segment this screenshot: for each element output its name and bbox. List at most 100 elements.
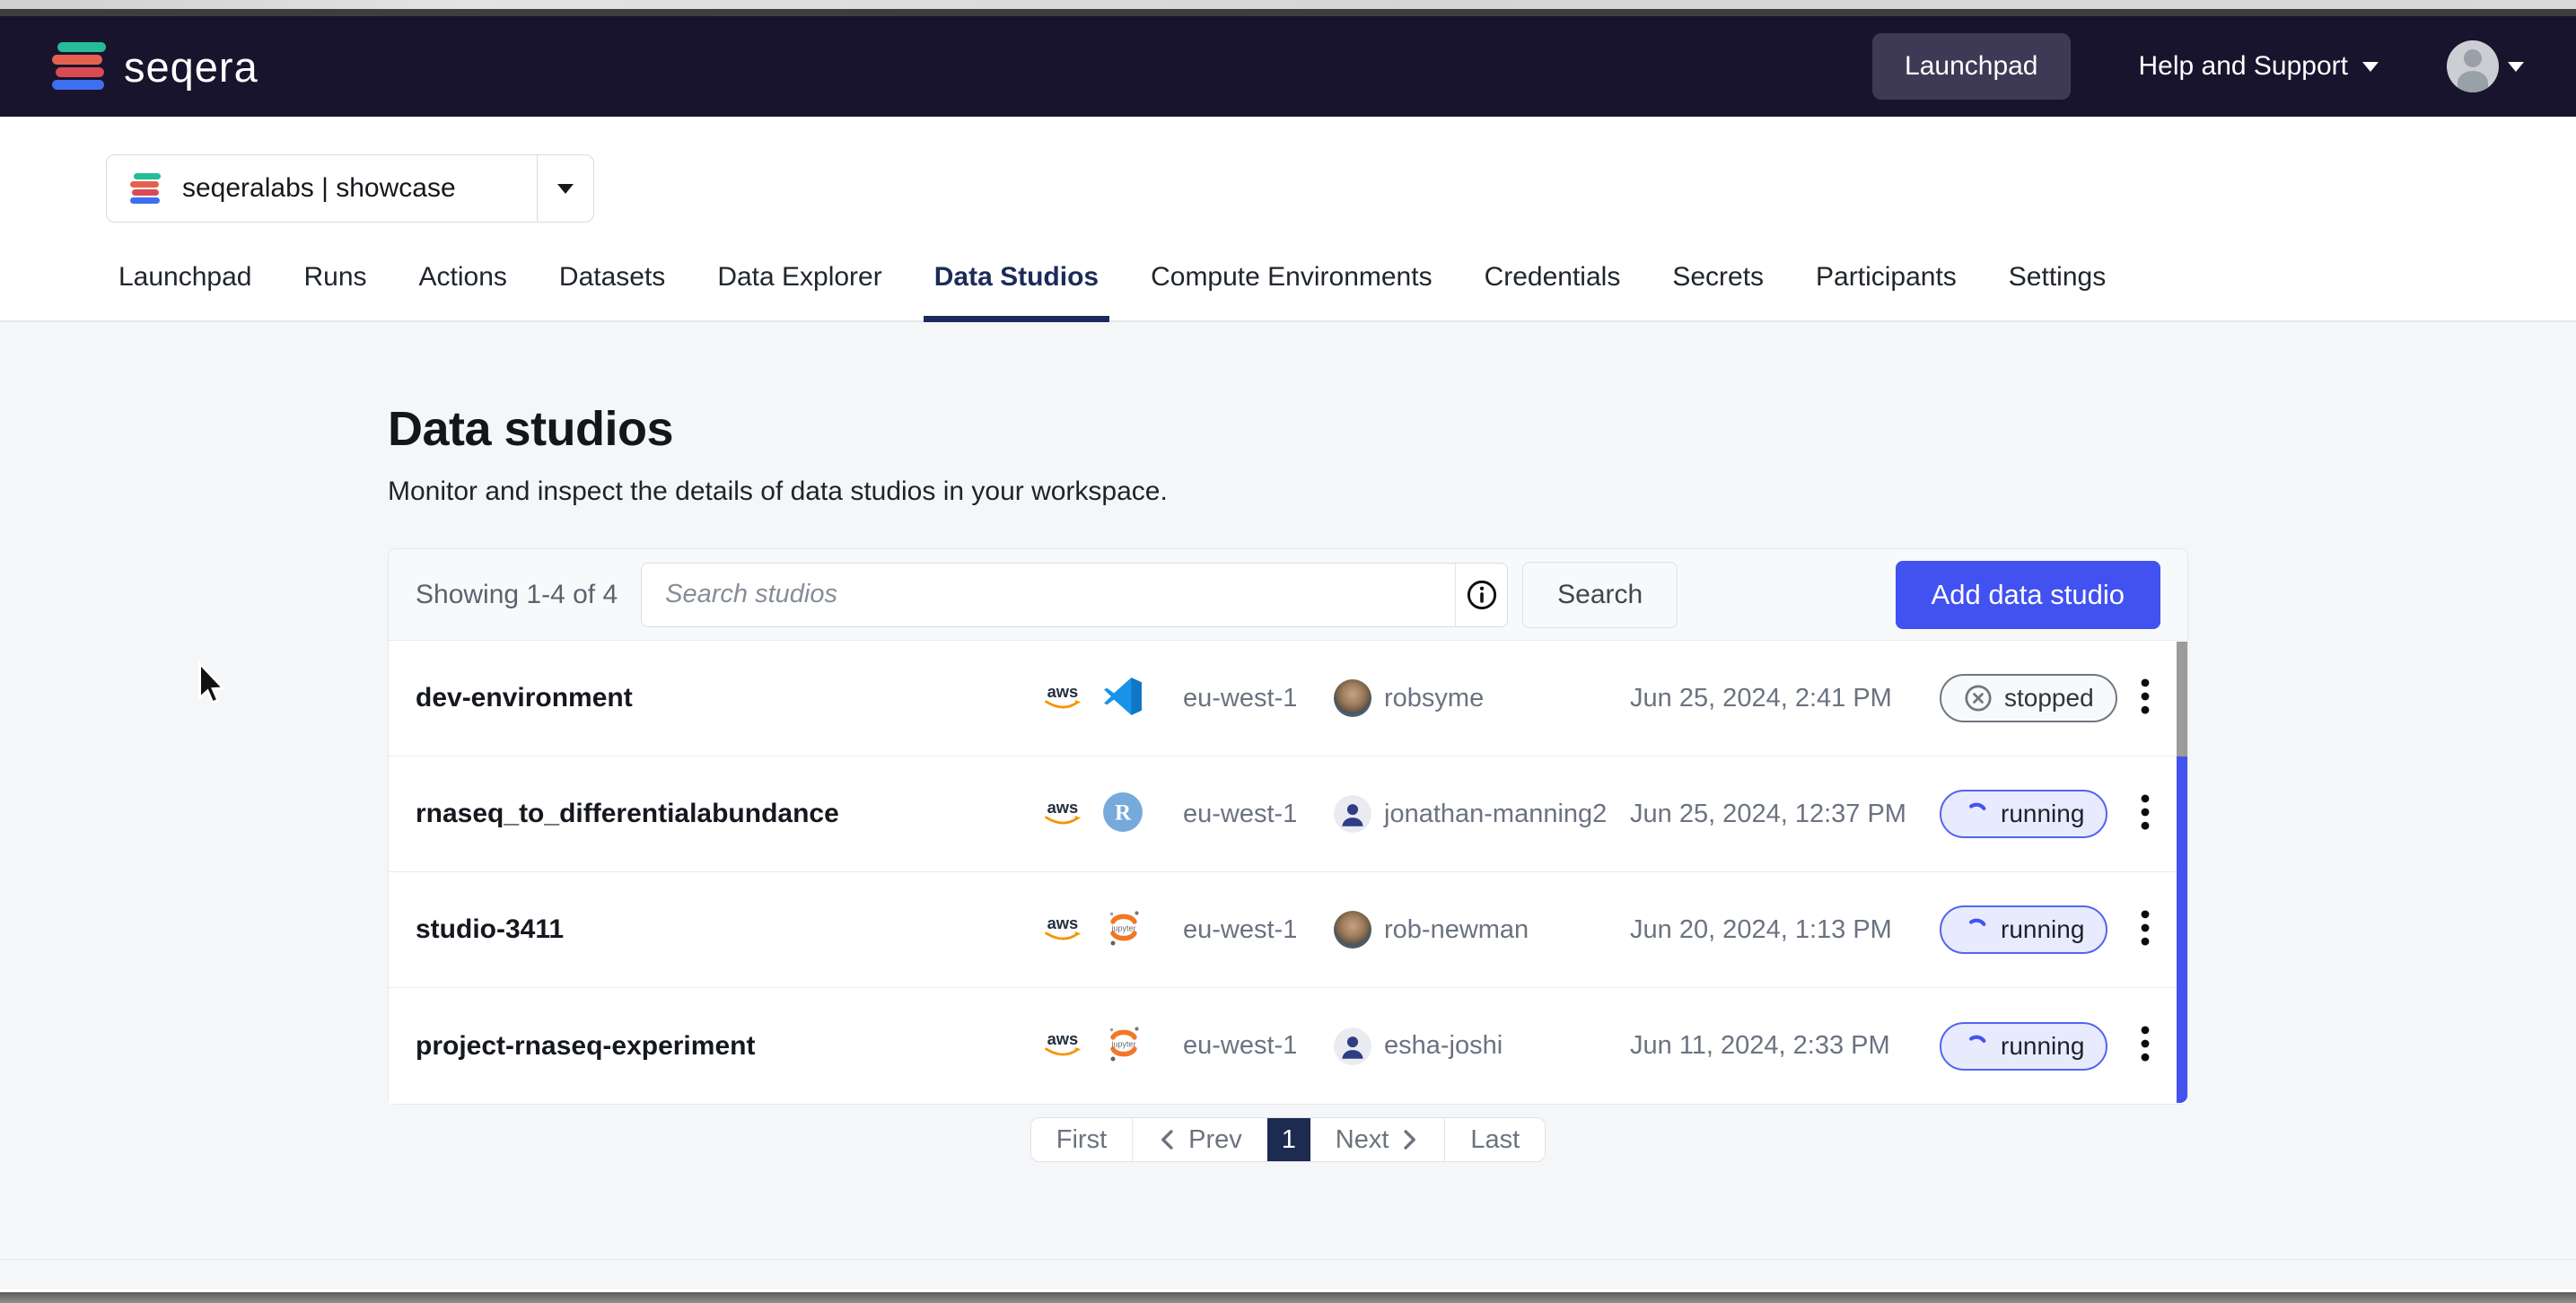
table-row[interactable]: project-rnaseq-experiment aws jupyter eu… <box>389 988 2187 1104</box>
table-toolbar: Showing 1-4 of 4 Search Add data studio <box>389 549 2187 641</box>
row-menu-button[interactable] <box>2130 1019 2160 1073</box>
tab-datasets[interactable]: Datasets <box>548 262 676 322</box>
user-name: rob-newman <box>1384 915 1529 945</box>
table-row[interactable]: studio-3411 aws jupyter eu-west-1 rob-ne… <box>389 872 2187 988</box>
table-rows: dev-environment aws eu-west-1 robsyme Ju… <box>389 641 2187 1104</box>
svg-text:jupyter: jupyter <box>1110 1040 1135 1049</box>
user-cell: robsyme <box>1334 679 1630 717</box>
tab-data-explorer[interactable]: Data Explorer <box>706 262 892 322</box>
studio-name[interactable]: dev-environment <box>416 683 1039 713</box>
environment-icons: aws R <box>1039 791 1183 837</box>
svg-text:aws: aws <box>1047 914 1079 932</box>
seqera-logo[interactable]: seqera <box>52 40 258 92</box>
table-row[interactable]: dev-environment aws eu-west-1 robsyme Ju… <box>389 641 2187 756</box>
region-label: eu-west-1 <box>1183 1031 1334 1061</box>
studio-name[interactable]: studio-3411 <box>416 914 1039 945</box>
status-label: stopped <box>2004 684 2094 713</box>
scrollbar-thumb[interactable] <box>2177 642 2187 756</box>
chevron-down-icon <box>557 184 574 194</box>
pagination-last[interactable]: Last <box>1445 1118 1545 1161</box>
status-badge: stopped <box>1940 674 2117 722</box>
jupyter-icon: jupyter <box>1102 1022 1145 1065</box>
status-label: running <box>2001 800 2084 828</box>
workspace-caret-button[interactable] <box>538 184 593 194</box>
tab-data-studios[interactable]: Data Studios <box>924 262 1109 322</box>
region-label: eu-west-1 <box>1183 684 1334 713</box>
browser-edge-bottom <box>0 1292 2576 1303</box>
showing-count: Showing 1-4 of 4 <box>416 580 618 610</box>
status-badge: running <box>1940 1022 2107 1071</box>
chevron-right-icon <box>1399 1128 1419 1151</box>
pagination-first[interactable]: First <box>1031 1118 1132 1161</box>
subheader: seqeralabs | showcase Launchpad Runs Actio… <box>0 117 2576 322</box>
search-info-button[interactable] <box>1455 564 1507 626</box>
pagination-next[interactable]: Next <box>1310 1118 1445 1161</box>
kebab-icon <box>2139 792 2151 832</box>
top-navbar: seqera Launchpad Help and Support <box>0 16 2576 117</box>
browser-edge-shadow <box>0 9 2576 16</box>
svg-text:aws: aws <box>1047 798 1079 817</box>
status-icon <box>1963 916 1990 943</box>
svg-text:jupyter: jupyter <box>1110 923 1135 932</box>
launchpad-button[interactable]: Launchpad <box>1872 33 2070 100</box>
user-cell: jonathan-manning2 <box>1334 795 1630 833</box>
scrollbar-track-highlight <box>2177 756 2187 1103</box>
workspace-selector[interactable]: seqeralabs | showcase <box>106 154 594 223</box>
status-badge: running <box>1940 790 2107 838</box>
tab-runs[interactable]: Runs <box>293 262 377 322</box>
pagination-current-page[interactable]: 1 <box>1267 1118 1310 1161</box>
user-name: esha-joshi <box>1384 1031 1503 1061</box>
tab-settings[interactable]: Settings <box>1998 262 2116 322</box>
row-menu-button[interactable] <box>2130 787 2160 842</box>
chevron-left-icon <box>1158 1128 1178 1151</box>
tab-compute-environments[interactable]: Compute Environments <box>1140 262 1442 322</box>
status-cell: running <box>1940 1022 2107 1071</box>
tab-participants[interactable]: Participants <box>1805 262 1967 322</box>
region-label: eu-west-1 <box>1183 915 1334 945</box>
user-name: jonathan-manning2 <box>1384 800 1607 829</box>
status-label: running <box>2001 1032 2084 1061</box>
tab-secrets[interactable]: Secrets <box>1661 262 1774 322</box>
add-data-studio-button[interactable]: Add data studio <box>1896 561 2160 629</box>
row-menu-button[interactable] <box>2130 903 2160 958</box>
page-subtitle: Monitor and inspect the details of data … <box>388 477 2576 507</box>
tab-credentials[interactable]: Credentials <box>1474 262 1632 322</box>
table-row[interactable]: rnaseq_to_differentialabundance aws R eu… <box>389 756 2187 872</box>
row-menu-button[interactable] <box>2130 671 2160 726</box>
user-menu[interactable] <box>2447 40 2524 92</box>
chevron-down-icon <box>2362 62 2379 72</box>
chevron-down-icon <box>2508 62 2524 72</box>
avatar <box>2447 40 2499 92</box>
studio-name[interactable]: rnaseq_to_differentialabundance <box>416 799 1039 829</box>
svg-text:aws: aws <box>1047 1029 1079 1048</box>
status-icon <box>1963 1033 1990 1060</box>
search-input[interactable] <box>642 564 1455 626</box>
workspace-logo-icon <box>130 173 162 204</box>
help-and-support-label: Help and Support <box>2139 51 2349 82</box>
studio-name[interactable]: project-rnaseq-experiment <box>416 1031 1039 1062</box>
help-and-support-menu[interactable]: Help and Support <box>2139 51 2379 82</box>
user-name: robsyme <box>1384 684 1484 713</box>
tab-actions[interactable]: Actions <box>408 262 518 322</box>
created-date: Jun 11, 2024, 2:33 PM <box>1630 1031 1940 1061</box>
browser-edge-top <box>0 0 2576 9</box>
workspace-tabs: Launchpad Runs Actions Datasets Data Explore… <box>0 223 2576 322</box>
status-cell: stopped <box>1940 674 2117 722</box>
region-label: eu-west-1 <box>1183 800 1334 829</box>
pagination-prev[interactable]: Prev <box>1133 1118 1267 1161</box>
seqera-logo-icon <box>52 40 108 92</box>
main-content: Data studios Monitor and inspect the det… <box>0 322 2576 1259</box>
created-date: Jun 20, 2024, 1:13 PM <box>1630 915 1940 945</box>
jupyter-icon: jupyter <box>1102 906 1145 949</box>
search-input-group <box>641 563 1508 627</box>
svg-text:R: R <box>1115 800 1132 825</box>
tab-launchpad[interactable]: Launchpad <box>108 262 262 322</box>
page-title: Data studios <box>388 401 2576 457</box>
created-date: Jun 25, 2024, 12:37 PM <box>1630 800 1940 829</box>
aws-icon: aws <box>1039 797 1088 832</box>
search-button[interactable]: Search <box>1522 562 1678 628</box>
environment-icons: aws jupyter <box>1039 1022 1183 1070</box>
kebab-icon <box>2139 677 2151 716</box>
aws-icon: aws <box>1039 681 1088 716</box>
scrollbar[interactable] <box>2177 642 2187 1103</box>
